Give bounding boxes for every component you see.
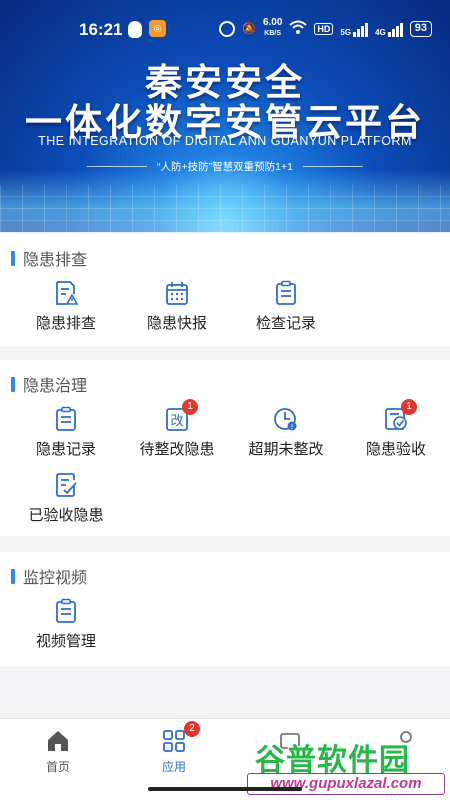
section-header: 隐患排查 bbox=[11, 246, 87, 270]
clipboard-icon bbox=[54, 598, 78, 624]
status-bar: 16:21 ◎ 🔕 6.00 KB/S HD 5G 4G 93 bbox=[0, 0, 450, 56]
menu-item-label: 隐患验收 bbox=[365, 441, 426, 458]
signal-4g: 4G bbox=[375, 21, 403, 37]
divider bbox=[87, 166, 148, 167]
clock-icon: ! bbox=[274, 406, 298, 432]
section-title: 隐患治理 bbox=[23, 378, 88, 395]
hd-icon: HD bbox=[314, 22, 334, 35]
battery-icon: 93 bbox=[409, 20, 432, 37]
notification-badge: 1 bbox=[182, 399, 198, 415]
menu-item-inspection-records[interactable]: 检查记录 bbox=[230, 280, 342, 333]
mute-icon: 🔕 bbox=[242, 23, 256, 35]
menu-item-label: 隐患排查 bbox=[35, 315, 96, 332]
menu-item-label: 待整改隐患 bbox=[139, 441, 215, 458]
checked-doc-icon bbox=[54, 472, 78, 498]
menu-item-label: 已验收隐患 bbox=[28, 507, 104, 524]
svg-text:改: 改 bbox=[170, 414, 183, 429]
notification-badge: 2 bbox=[184, 721, 200, 737]
section-hazard-check: 隐患排查 隐患排查 隐患快报 检查记录 bbox=[0, 234, 450, 346]
watermark-url: www.gupuxlazal.com bbox=[247, 773, 445, 795]
menu-item-hazard-report[interactable]: 隐患快报 bbox=[121, 280, 233, 333]
section-video: 监控视频 视频管理 bbox=[0, 552, 450, 666]
checklist-warning-icon bbox=[54, 280, 79, 306]
accept-icon: 1 bbox=[384, 399, 417, 432]
watermark: 谷普软件园 www.gupuxlazal.com bbox=[247, 735, 447, 795]
home-indicator[interactable] bbox=[148, 787, 302, 791]
section-title: 监控视频 bbox=[23, 570, 88, 587]
status-time: 16:21 bbox=[79, 20, 123, 39]
banner-tagline: “人防+技防”智慧双重预防1+1 bbox=[157, 161, 293, 173]
section-accent-bar bbox=[11, 250, 15, 266]
section-header: 隐患治理 bbox=[11, 372, 87, 396]
speed-value: 6.00 bbox=[262, 17, 283, 28]
menu-item-hazard-records[interactable]: 隐患记录 bbox=[10, 406, 122, 459]
section-accent-bar bbox=[11, 568, 15, 584]
banner-subtitle: THE INTEGRATION OF DIGITAL ANN GUANYUN P… bbox=[38, 134, 412, 148]
notification-badge: 1 bbox=[401, 399, 417, 415]
menu-item-label: 隐患快报 bbox=[146, 315, 207, 332]
nav-label-home: 首页 bbox=[45, 760, 70, 774]
menu-item-label: 隐患记录 bbox=[35, 441, 96, 458]
menu-item-hazard-acceptance[interactable]: 1 隐患验收 bbox=[340, 399, 450, 459]
svg-text:!: ! bbox=[291, 423, 294, 431]
apps-grid-icon bbox=[118, 729, 230, 753]
signal-bars-icon bbox=[387, 21, 403, 37]
calendar-icon bbox=[165, 280, 189, 306]
signal-5g: 5G bbox=[340, 21, 369, 37]
network-speed: 6.00 KB/S bbox=[263, 18, 282, 39]
menu-item-label: 超期未整改 bbox=[248, 441, 324, 458]
banner-tagline-row: “人防+技防”智慧双重预防1+1 bbox=[0, 159, 450, 174]
nav-item-apps[interactable]: 2 应用 bbox=[118, 721, 230, 775]
menu-item-accepted-hazards[interactable]: 已验收隐患 bbox=[10, 472, 122, 525]
qq-icon bbox=[128, 21, 142, 38]
menu-item-pending-rectification[interactable]: 改 1 待整改隐患 bbox=[121, 399, 233, 459]
banner-grid bbox=[0, 185, 450, 232]
menu-item-overdue[interactable]: ! 超期未整改 bbox=[230, 406, 342, 459]
clipboard-icon bbox=[274, 280, 298, 306]
wifi-icon bbox=[289, 20, 308, 37]
menu-item-label: 视频管理 bbox=[35, 633, 96, 650]
signal-bars-icon bbox=[353, 21, 369, 37]
nav-item-home[interactable]: 首页 bbox=[2, 729, 114, 775]
menu-item-label: 检查记录 bbox=[255, 315, 316, 332]
section-hazard-governance: 隐患治理 隐患记录 改 1 待整改隐患 ! 超期未整改 1 隐患验收 已验收隐患 bbox=[0, 360, 450, 536]
menu-item-hazard-check[interactable]: 隐患排查 bbox=[10, 280, 122, 333]
rectify-icon: 改 1 bbox=[165, 399, 198, 432]
app-notification-icon: ◎ bbox=[149, 20, 166, 37]
home-icon bbox=[2, 729, 114, 753]
speed-unit: KB/S bbox=[264, 30, 282, 37]
section-title: 隐患排查 bbox=[23, 252, 88, 269]
section-header: 监控视频 bbox=[11, 564, 87, 588]
banner: 16:21 ◎ 🔕 6.00 KB/S HD 5G 4G 93 秦安安全 一体化… bbox=[0, 0, 450, 232]
alarm-icon bbox=[219, 20, 236, 37]
menu-item-video-management[interactable]: 视频管理 bbox=[10, 598, 122, 651]
divider bbox=[302, 166, 363, 167]
nav-label-apps: 应用 bbox=[161, 760, 186, 774]
section-accent-bar bbox=[11, 376, 15, 392]
clipboard-icon bbox=[54, 406, 78, 432]
